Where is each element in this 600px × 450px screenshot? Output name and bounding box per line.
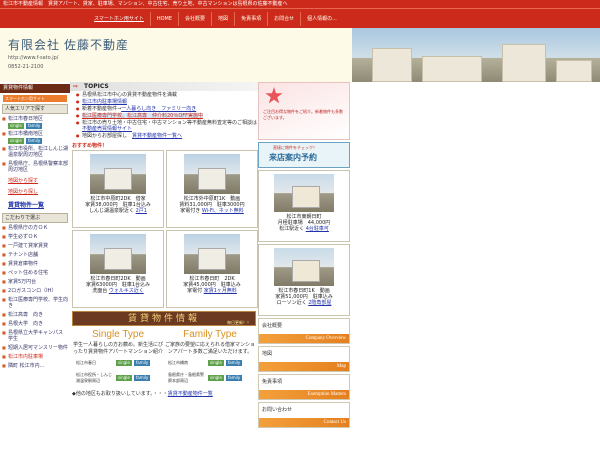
exemption-box[interactable]: 免責事項 Exemption Matters [258,374,350,400]
pref-item[interactable]: テナント店舗 [0,250,70,259]
family-tag[interactable]: family [225,375,243,381]
sidebar-item-kyonan[interactable]: 松江市橋南地区 [0,129,70,138]
main-content: TOPICS 島根県松江市中心の賃貸不動産物件を満載 松江市内駐車場情報 新着不… [70,82,258,450]
rental-info-banner[interactable]: 賃貸物件情報 毎日更新！！ [72,311,256,326]
property-photo[interactable] [274,174,334,212]
pref-item[interactable]: 島根大学 向き [0,319,70,328]
sidebar-item-kasuga[interactable]: 松江市春日地区 [0,114,70,123]
property-card[interactable]: 松江市中原町2DK 借家 家賃38,000円 駐車1台込み しんじ湖温泉駅近く … [72,150,164,228]
topic-item[interactable]: 新着不動産物件→一人暮らし向き ファミリー向き [70,105,258,112]
top-ticker: 松江市不動産情報 賃貸アパート、貸家、駐車場、マンション、中古住宅、売り土地、中… [0,0,600,8]
footer-note: ◆他の地区もお取り扱いしています。・・・賃貸不動産物件一覧 [72,391,213,397]
map-search-link[interactable]: 地図から探す [0,174,70,185]
category-grid: 松江市春日 single family 松江市橋南 single family 松江市役… [70,360,258,384]
top-navigation: スマートホン用サイト HOME 会社概要 地図 免責事項 お問合せ 個人情報の.… [0,8,600,28]
family-tag[interactable]: family [225,360,243,366]
topic-item[interactable]: 松江医療専門学校、松江高専 仲介料20％OFF実施中 [70,112,258,119]
blank-area [352,82,600,450]
preference-section: こだわりで選ぶ [2,213,68,223]
property-card[interactable]: 松江市外中原町1K 動画 賃料31,000円 駐車3000円 家電付き Wi-F… [166,150,258,228]
sidebar: 賃貸物件情報 スマートホン用サイト 人気エリアで探す 松江市春日地区 singl… [0,82,70,450]
company-url: http://www.f-sato.jp/ [8,55,59,61]
pref-item[interactable]: 松江医療専門学校、学生向き [0,295,70,310]
single-type[interactable]: Single Type 学生一人暮らしの方お薦め。新生活にぴったり賃貸物件アパー… [72,328,164,356]
rental-list-link[interactable]: 賃貸物件一覧 [0,196,70,211]
map-search-link-2[interactable]: 地図から探し [0,185,70,196]
rental-list-footer-link[interactable]: 賃貸不動産物件一覧 [168,391,213,397]
pref-item[interactable]: 賃貸倉庫物件 [0,259,70,268]
nav-map[interactable]: 地図 [211,11,234,26]
property-photo[interactable] [184,154,240,194]
family-tag[interactable]: family [133,375,151,381]
pref-item[interactable]: 2ロガスコンロ（IH） [0,286,70,295]
type-section: Single Type 学生一人暮らしの方お薦め。新生活にぴったり賃貸物件アパー… [70,328,258,356]
pref-item[interactable]: 短期入居可マンスリー物件 [0,343,70,352]
nav-smartphone-site[interactable]: スマートホン用サイト [88,12,150,26]
family-tag[interactable]: family [133,360,151,366]
category-row: 松江市役所・しんじ湖温泉駅周辺 single family [76,372,151,383]
nav-contact[interactable]: お問合せ [267,11,300,26]
smartphone-site-button[interactable]: スマートホン用サイト [3,95,67,102]
sidebar-heading: 賃貸物件情報 [0,84,70,93]
single-tag[interactable]: single [116,375,132,381]
nav-company[interactable]: 会社概要 [178,11,211,26]
property-grid: 松江市中原町2DK 借家 家賃38,000円 駐車1台込み しんじ湖温泉駅近く … [70,150,258,308]
topic-item[interactable]: 松江市内駐車場情報 [70,98,258,105]
property-card[interactable]: 松江市春日町1K 動画 家賃51,000円 駐車込み ローソン近く 2階角部屋 [258,244,350,316]
company-phone: 0852-21-2100 [8,64,44,70]
area-search-section: 人気エリアで探す [2,104,68,114]
map-box[interactable]: 地図 Map [258,346,350,372]
pref-item[interactable]: 島根県立大学キャンパス 学生 [0,328,70,343]
topics-heading: TOPICS [70,82,258,91]
single-tag[interactable]: single [208,375,224,381]
site-header: 有限会社 佐藤不動産 http://www.f-sato.jp/ 0852-21… [0,28,352,82]
property-photo[interactable] [90,154,146,194]
category-row: 島根県庁・島根県警察本部周辺 single family [168,372,243,383]
featured-banner[interactable]: ご注目お得な物件をご紹介。新着物件も多数ございます。 [258,82,350,140]
pref-item[interactable]: 松江市内駐車場 [0,352,70,361]
property-card[interactable]: 松江市東朝日町 月極駐車場 44,000円 松江駅近く 4台駐車可 [258,170,350,242]
property-photo[interactable] [274,248,334,286]
company-name[interactable]: 有限会社 佐藤不動産 [8,36,352,53]
topic-item[interactable]: 松江市の売り土地・中古住宅・中古マンション等不動産無料査定等のご相談は不動産売買… [70,119,258,132]
right-column: ご注目お得な物件をご紹介。新着物件も多数ございます。 直接に物件をチェック！ 来… [258,82,352,450]
visit-reservation-banner[interactable]: 直接に物件をチェック！ 来店案内予約 [258,142,350,168]
company-overview-box[interactable]: 会社概要 Company Overview [258,318,350,344]
property-photo[interactable] [90,234,146,274]
contact-box[interactable]: お問い合わせ Contact Us [258,402,350,428]
nav-privacy[interactable]: 個人情報の... [300,11,343,26]
category-row: 松江市橋南 single family [168,360,243,366]
family-type[interactable]: Family Type ご家族の要望に応えられる借家マンションアパート多数ご満足… [164,328,256,356]
nav-home[interactable]: HOME [149,11,178,26]
header-photo [352,28,600,82]
category-row: 松江市春日 single family [76,360,151,366]
single-tag[interactable]: single [208,360,224,366]
star-icon [265,87,283,104]
property-card[interactable]: 松江市春日町2DK 動画 家賃63000円 駐車1台込み 洗面台 ウォルキス近く [72,230,164,308]
pref-item[interactable]: 島根県庁の方ＯＫ [0,223,70,232]
property-card[interactable]: 松江市春日町 2DK 家賃45,000円 駐車込み 家電付 家賃1ヶ月無料 [166,230,258,308]
single-tag[interactable]: single [116,360,132,366]
banner-subtitle: 毎日更新！！ [227,320,251,325]
property-photo[interactable] [184,234,240,274]
pref-item[interactable]: 学生必ずＯＫ [0,232,70,241]
pref-item[interactable]: 松江高専 向き [0,310,70,319]
topic-item: 島根県松江市中心の賃貸不動産物件を満載 [70,91,258,98]
sidebar-item-city-hall[interactable]: 松江市役所、松江しんじ湖温泉駅周辺地区 [0,144,70,159]
pref-item[interactable]: 家賃5万円台 [0,277,70,286]
pref-item[interactable]: ペット住める住宅 [0,268,70,277]
pref-item[interactable]: 隣町 松江市内... [0,361,70,370]
recommend-label: おすすめ物件！ [72,143,108,149]
sidebar-item-prefecture[interactable]: 島根県庁、島根県警察本部周辺地区 [0,159,70,174]
topic-item[interactable]: 地図からお部屋探し 賃貸不動産物件一覧へ [70,132,258,139]
nav-disclaimer[interactable]: 免責事項 [234,11,267,26]
pref-item[interactable]: 一戸建て貸家賃貸 [0,241,70,250]
